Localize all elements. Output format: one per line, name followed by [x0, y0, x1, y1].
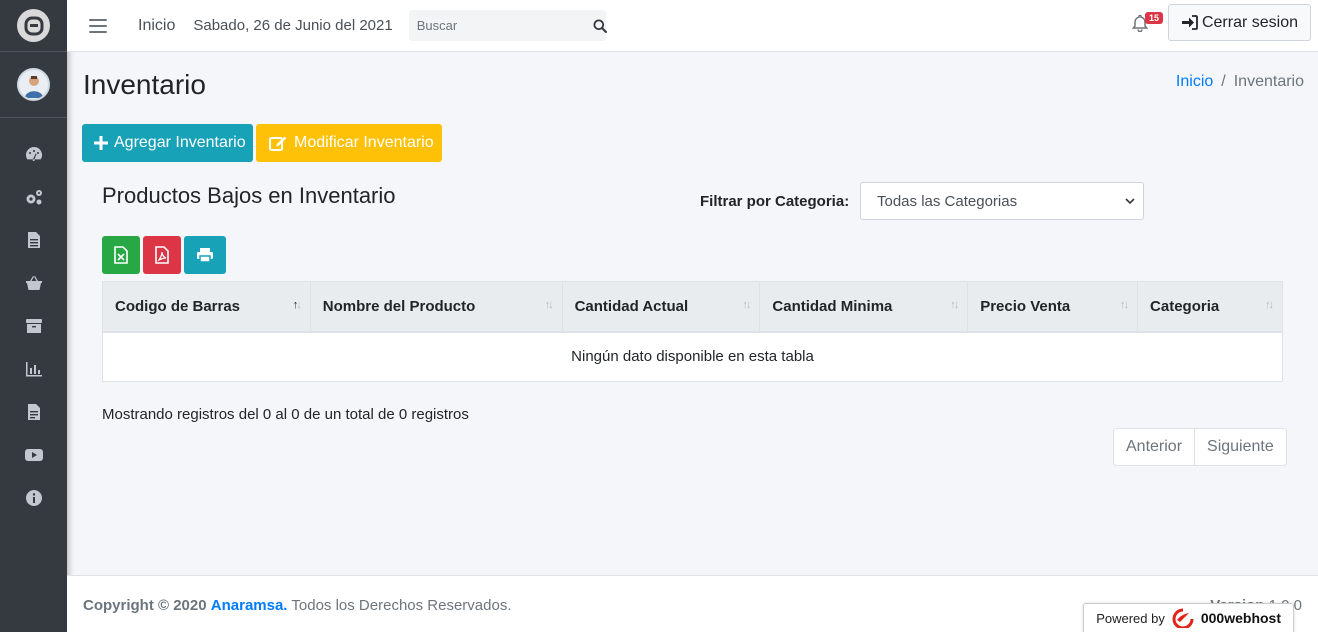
- table-header-row: Codigo de Barras ↑↓ Nombre del Producto ↑↓…: [102, 281, 1283, 333]
- low-inventory-table: Codigo de Barras ↑↓ Nombre del Producto ↑↓…: [102, 281, 1283, 382]
- topbar: Inicio Sabado, 26 de Junio del 2021: [67, 0, 1318, 52]
- footer-copyright: Copyright © 2020 Anaramsa. Todos los Der…: [83, 597, 512, 614]
- table-row: Ningún dato disponible en esta tabla: [102, 331, 1283, 382]
- sort-icon: ↑↓: [950, 299, 959, 311]
- sidebar-item-sales[interactable]: [0, 261, 67, 304]
- breadcrumb-current: Inventario: [1233, 73, 1304, 90]
- column-header[interactable]: Precio Venta ↑↓: [967, 281, 1139, 333]
- sidebar-item-info[interactable]: [0, 476, 67, 519]
- sidebar-item-settings[interactable]: [0, 175, 67, 218]
- category-filter-value: Todas las Categorias: [877, 192, 1018, 210]
- card-title: Productos Bajos en Inventario: [102, 183, 396, 208]
- print-icon: [197, 248, 213, 263]
- logout-button[interactable]: Cerrar sesion: [1167, 4, 1311, 41]
- excel-file-icon: [114, 246, 128, 264]
- next-page-button[interactable]: Siguiente: [1194, 429, 1286, 465]
- column-header-label: Codigo de Barras: [115, 297, 241, 315]
- webhost-logo-icon: [1172, 608, 1194, 628]
- export-pdf-button[interactable]: [143, 236, 181, 274]
- column-header-label: Cantidad Actual: [574, 297, 689, 315]
- plus-icon: [94, 136, 108, 150]
- category-filter-label: Filtrar por Categoria:: [700, 193, 850, 210]
- sidebar-item-inventory[interactable]: [0, 304, 67, 347]
- breadcrumb-home-link[interactable]: Inicio: [1176, 73, 1213, 91]
- search-button[interactable]: [593, 10, 607, 41]
- powered-by-label: Powered by: [1096, 610, 1165, 626]
- previous-page-button[interactable]: Anterior: [1114, 429, 1194, 465]
- sort-icon: ↑↓: [1120, 299, 1129, 311]
- breadcrumb: Inicio / Inventario: [1176, 73, 1304, 91]
- rights-text: Todos los Derechos Reservados.: [291, 597, 512, 614]
- file-icon: [27, 231, 40, 248]
- sidebar-nav: [0, 118, 67, 519]
- archive-icon: [25, 318, 42, 333]
- pagination: Anterior Siguiente: [1113, 428, 1287, 466]
- brand[interactable]: [0, 0, 67, 52]
- search-input[interactable]: [408, 10, 593, 41]
- search-icon: [593, 19, 607, 33]
- column-header[interactable]: Categoria ↑↓: [1137, 281, 1283, 333]
- topbar-home-link[interactable]: Inicio: [138, 17, 175, 35]
- sidebar-item-reports-chart[interactable]: [0, 347, 67, 390]
- column-header-label: Categoria: [1150, 297, 1220, 315]
- page-title: Inventario: [83, 69, 206, 100]
- company-link[interactable]: Anaramsa.: [211, 597, 288, 614]
- column-header-label: Nombre del Producto: [322, 297, 476, 315]
- current-date: Sabado, 26 de Junio del 2021: [193, 17, 393, 34]
- add-inventory-button[interactable]: Agregar Inventario: [82, 124, 253, 162]
- sort-icon: ↑↓: [1265, 299, 1274, 311]
- column-header-label: Cantidad Minima: [772, 297, 893, 315]
- settings-icon: [26, 189, 42, 204]
- add-inventory-label: Agregar Inventario: [114, 134, 246, 151]
- sidebar-item-dashboard[interactable]: [0, 132, 67, 175]
- print-button[interactable]: [184, 236, 226, 274]
- chart-icon: [25, 361, 42, 376]
- avatar[interactable]: [17, 68, 50, 101]
- empty-table-message: Ningún dato disponible en esta tabla: [102, 331, 1283, 382]
- info-icon: [25, 489, 42, 506]
- menu-toggle-icon[interactable]: [89, 18, 107, 33]
- modify-inventory-label: Modificar Inventario: [294, 134, 434, 151]
- column-header[interactable]: Nombre del Producto ↑↓: [309, 281, 563, 333]
- logout-label: Cerrar sesion: [1201, 13, 1298, 31]
- sort-icon: ↑↓: [544, 299, 554, 311]
- sign-out-icon: [1181, 15, 1198, 30]
- basket-icon: [25, 275, 42, 290]
- sidebar-item-videos[interactable]: [0, 433, 67, 476]
- sidebar-item-documents[interactable]: [0, 218, 67, 261]
- brand-logo[interactable]: [17, 9, 50, 42]
- search-box: [408, 10, 607, 41]
- webhost-name: 000webhost: [1200, 610, 1281, 626]
- video-icon: [24, 448, 43, 461]
- column-header[interactable]: Cantidad Minima ↑↓: [759, 281, 969, 333]
- main-content: Inventario Inicio / Inventario Agregar I…: [67, 52, 1318, 575]
- sidebar: [0, 0, 67, 632]
- breadcrumb-separator: /: [1221, 73, 1226, 90]
- chevron-down-icon: [1125, 198, 1135, 205]
- sort-asc-icon: ↑↓: [292, 299, 302, 311]
- column-header[interactable]: Cantidad Actual ↑↓: [561, 281, 761, 333]
- modify-inventory-button[interactable]: Modificar Inventario: [256, 124, 442, 162]
- column-header-label: Precio Venta: [980, 297, 1071, 315]
- pdf-file-icon: [155, 246, 169, 264]
- notification-badge: 15: [1144, 12, 1163, 24]
- sort-icon: ↑↓: [742, 299, 751, 311]
- sidebar-item-reports[interactable]: [0, 390, 67, 433]
- category-filter-select[interactable]: Todas las Categorias: [860, 182, 1144, 220]
- export-excel-button[interactable]: [102, 236, 140, 274]
- footer: Copyright © 2020 Anaramsa. Todos los Der…: [67, 575, 1318, 632]
- table-info: Mostrando registros del 0 al 0 de un tot…: [102, 406, 469, 423]
- dashboard-icon: [25, 146, 42, 161]
- user-panel: [0, 52, 67, 118]
- edit-icon: [269, 136, 287, 151]
- column-header[interactable]: Codigo de Barras ↑↓: [102, 281, 311, 333]
- powered-by-badge[interactable]: Powered by 000webhost: [1083, 603, 1294, 632]
- report-icon: [27, 403, 40, 420]
- copyright-text: Copyright © 2020: [83, 597, 207, 614]
